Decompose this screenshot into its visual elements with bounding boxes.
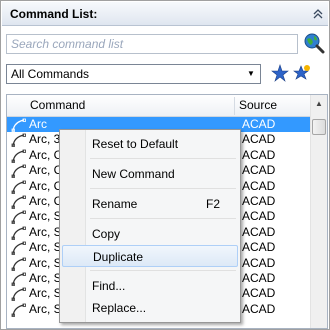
row-command-name: Arc, S <box>29 224 62 239</box>
row-command-name: Arc, S <box>29 240 62 255</box>
menu-item-label: Duplicate <box>93 250 144 264</box>
row-source: ACAD <box>242 163 276 178</box>
list-header: Command Source <box>7 95 312 117</box>
panel-header: Command List: <box>2 2 328 26</box>
collapse-chevron-icon[interactable] <box>312 8 324 20</box>
arc-icon <box>11 133 27 148</box>
row-source: ACAD <box>242 178 276 193</box>
search-input[interactable] <box>6 34 298 54</box>
row-source: ACAD <box>242 147 276 162</box>
row-command-name: Arc, S <box>29 270 62 285</box>
scroll-up-icon[interactable]: ▲ <box>311 95 327 112</box>
scroll-thumb[interactable] <box>312 119 326 135</box>
row-source: ACAD <box>242 193 276 208</box>
menu-item-label: Replace... <box>92 301 147 315</box>
row-source: ACAD <box>242 286 276 301</box>
menu-separator <box>90 158 236 159</box>
row-source: ACAD <box>242 224 276 239</box>
row-source: ACAD <box>242 240 276 255</box>
menu-item-label: New Command <box>92 167 175 181</box>
chevron-down-icon: ▼ <box>247 69 255 78</box>
arc-icon <box>11 303 27 317</box>
row-command-name: Arc <box>29 117 47 131</box>
row-command-name: Arc, C <box>29 178 63 193</box>
command-list-panel: Command List: All Commands ▼ Co <box>0 0 330 330</box>
panel-title: Command List: <box>10 7 98 21</box>
context-menu: Reset to Default New Command Rename F2 Copy D… <box>59 129 241 323</box>
row-command-name: Arc, C <box>29 193 63 208</box>
row-source: ACAD <box>242 270 276 285</box>
menu-item-label: Rename <box>92 197 138 211</box>
row-source: ACAD <box>242 132 276 147</box>
menu-item-shortcut: F2 <box>205 197 220 211</box>
filter-selected-value: All Commands <box>11 67 90 81</box>
row-command-name: Arc, 3 <box>29 132 61 147</box>
row-command-name: Arc, S <box>29 255 62 270</box>
row-command-name: Arc, S <box>29 286 62 301</box>
menu-separator <box>90 218 236 219</box>
row-source: ACAD <box>242 117 276 131</box>
command-filter-dropdown[interactable]: All Commands ▼ <box>6 64 261 84</box>
arc-icon <box>11 287 27 302</box>
menu-item-find[interactable]: Find... <box>62 275 238 297</box>
row-source: ACAD <box>242 209 276 224</box>
row-command-name: Arc, C <box>29 147 63 162</box>
column-header-source[interactable]: Source <box>235 95 277 116</box>
menu-item-rename[interactable]: Rename F2 <box>62 193 238 215</box>
row-source: ACAD <box>242 301 276 316</box>
column-header-command[interactable]: Command <box>26 95 85 116</box>
arc-icon <box>11 226 27 240</box>
arc-icon <box>11 241 27 256</box>
row-command-name: Arc, C <box>29 163 63 178</box>
globe-search-icon[interactable] <box>303 32 325 54</box>
menu-item-copy[interactable]: Copy <box>62 223 238 245</box>
arc-icon <box>11 210 27 225</box>
menu-item-label: Find... <box>92 279 126 293</box>
arc-icon <box>11 195 27 209</box>
menu-item-replace[interactable]: Replace... <box>62 297 238 319</box>
row-source: ACAD <box>242 255 276 270</box>
menu-item-label: Copy <box>92 227 121 241</box>
arc-icon <box>11 118 27 132</box>
arc-icon <box>11 180 27 194</box>
menu-item-label: Reset to Default <box>92 137 179 151</box>
menu-item-new-command[interactable]: New Command <box>62 163 238 185</box>
row-command-name: Arc, S <box>29 209 62 224</box>
arc-icon <box>11 164 27 179</box>
arc-icon <box>11 272 27 286</box>
vertical-scrollbar[interactable]: ▲ <box>310 95 327 328</box>
star-add-icon[interactable] <box>271 64 289 82</box>
menu-item-duplicate[interactable]: Duplicate <box>62 245 238 267</box>
arc-icon <box>11 257 27 271</box>
row-command-name: Arc, S <box>29 301 62 316</box>
star-icon[interactable] <box>293 64 311 82</box>
menu-item-reset-to-default[interactable]: Reset to Default <box>62 133 238 155</box>
arc-icon <box>11 149 27 163</box>
menu-separator <box>90 188 236 189</box>
menu-separator <box>90 270 236 271</box>
